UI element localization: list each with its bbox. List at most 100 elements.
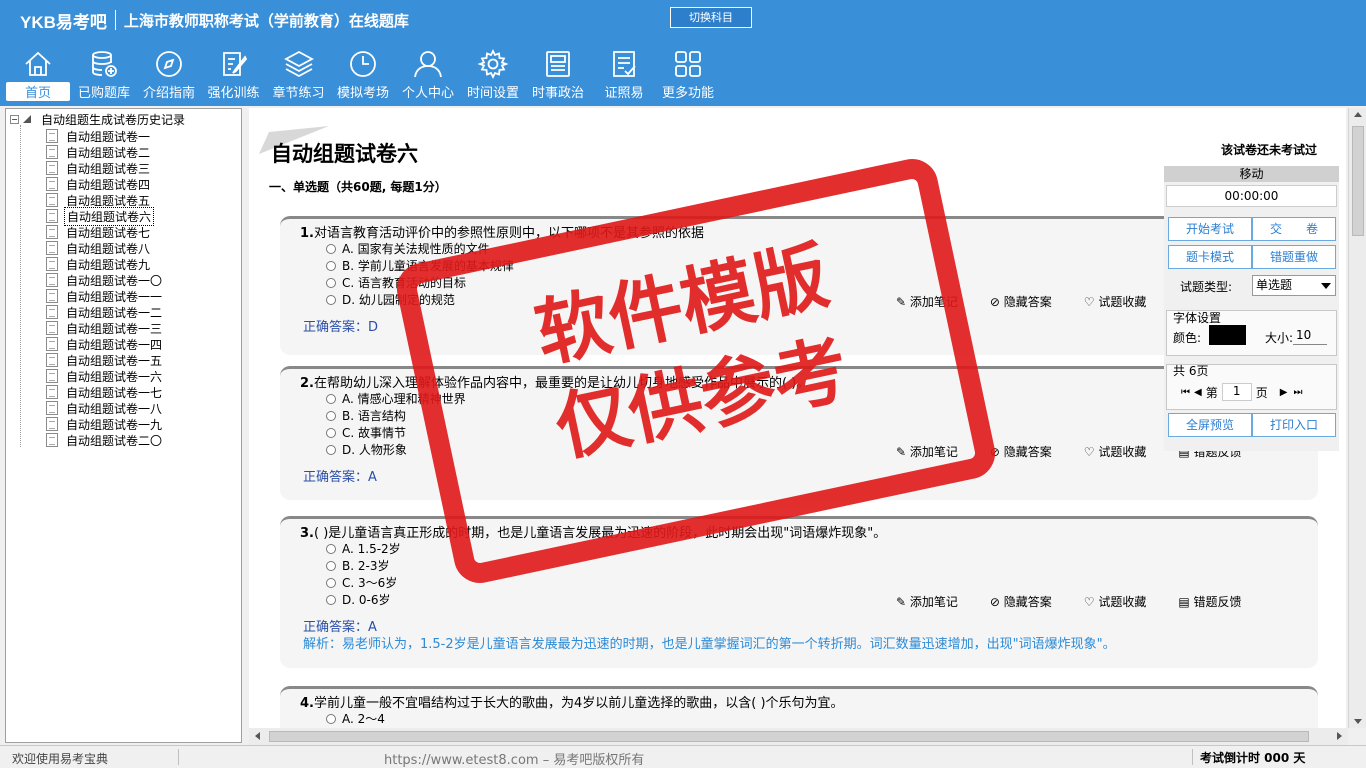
radio-button[interactable] (326, 444, 336, 455)
question-number: 1. (300, 226, 314, 241)
toolbar-more[interactable]: 更多功能 (657, 48, 719, 104)
option-text: B. 语言结构 (342, 409, 406, 423)
tree-item[interactable]: 自动组题试卷一四 (46, 336, 164, 352)
font-size-input[interactable]: 10 (1293, 325, 1327, 345)
favorite-button[interactable]: ♡ 试题收藏 (1084, 293, 1163, 310)
toolbar-guide[interactable]: 介绍指南 (137, 48, 201, 104)
correct-answer: 正确答案：A (303, 466, 377, 485)
toolbar-purchased[interactable]: 已购题库 (72, 48, 136, 104)
favorite-button[interactable]: ♡ 试题收藏 (1084, 443, 1163, 460)
submit-paper-button[interactable]: 交 卷 (1252, 217, 1336, 241)
radio-button[interactable] (326, 560, 336, 571)
add-note-label: 添加笔记 (909, 595, 958, 609)
status-divider (178, 749, 179, 765)
print-button[interactable]: 打印入口 (1252, 413, 1336, 437)
page-input[interactable]: 1 (1221, 383, 1252, 401)
radio-button[interactable] (326, 410, 336, 421)
add-note-button[interactable]: ✎ 添加笔记 (896, 593, 974, 610)
question-option[interactable]: A. 1.5-2岁 (326, 540, 401, 557)
radio-button[interactable] (326, 294, 336, 305)
tree-item[interactable]: 自动组题试卷八 (46, 240, 152, 256)
tree-item[interactable]: 自动组题试卷九 (46, 256, 152, 272)
tree-item-label: 自动组题试卷四 (66, 177, 151, 192)
correct-answer-value: D (368, 320, 379, 335)
report-error-button[interactable]: ▤ 错题反馈 (1178, 593, 1257, 610)
switch-subject-button[interactable]: 切换科目 (670, 7, 752, 28)
tree-item[interactable]: 自动组题试卷二 (46, 144, 152, 160)
radio-button[interactable] (326, 277, 336, 288)
tree-item[interactable]: 自动组题试卷一六 (46, 368, 164, 384)
tree-item[interactable]: 自动组题试卷一 (46, 128, 152, 144)
radio-button[interactable] (326, 577, 336, 588)
next-page-icon[interactable]: ▶ (1280, 387, 1288, 398)
question-option[interactable]: D. 0-6岁 (326, 591, 390, 608)
hide-answer-button[interactable]: ⊘ 隐藏答案 (990, 443, 1068, 460)
hide-answer-label: 隐藏答案 (1003, 595, 1052, 609)
prev-page-icon[interactable]: ◀ (1194, 387, 1202, 398)
radio-button[interactable] (326, 427, 336, 438)
font-color-swatch[interactable] (1209, 325, 1246, 345)
app-title: 上海市教师职称考试（学前教育）在线题库 (123, 11, 409, 30)
radio-button[interactable] (326, 594, 336, 605)
toolbar-home[interactable]: 首页 (6, 48, 70, 104)
tree-item[interactable]: 自动组题试卷一〇 (46, 272, 164, 288)
section-heading: 一、单选题（共60题, 每题1分） (269, 180, 447, 194)
tree-item[interactable]: 自动组题试卷七 (46, 224, 152, 240)
correct-answer-label: 正确答案： (303, 470, 369, 485)
last-page-icon[interactable]: ⏭ (1293, 387, 1302, 398)
toolbar-mock-exam[interactable]: 模拟考场 (331, 48, 395, 104)
question-option[interactable]: B. 2-3岁 (326, 557, 389, 574)
question-option[interactable]: C. 3～6岁 (326, 574, 397, 591)
tree-item[interactable]: 自动组题试卷一一 (46, 288, 164, 304)
tree-item[interactable]: 自动组题试卷六 (46, 206, 155, 226)
tree-item[interactable]: 自动组题试卷一五 (46, 352, 164, 368)
toolbar-current-affairs[interactable]: 时事政治 (525, 48, 591, 104)
document-icon (46, 257, 58, 271)
radio-button[interactable] (326, 713, 336, 724)
question-option[interactable]: A. 2～4 (326, 710, 385, 727)
tree-item[interactable]: 自动组题试卷一八 (46, 400, 164, 416)
tree-item[interactable]: 自动组题试卷一二 (46, 304, 164, 320)
tree-item[interactable]: 自动组题试卷一三 (46, 320, 164, 336)
tree-item[interactable]: 自动组题试卷一九 (46, 416, 164, 432)
toolbar-training[interactable]: 强化训练 (201, 48, 266, 104)
tree-item[interactable]: 自动组题试卷四 (46, 176, 152, 192)
radio-button[interactable] (326, 260, 336, 271)
start-exam-button[interactable]: 开始考试 (1168, 217, 1252, 241)
scroll-right-icon[interactable] (1337, 732, 1342, 740)
option-text: C. 3～6岁 (342, 576, 398, 590)
tree-item[interactable]: 自动组题试卷一七 (46, 384, 164, 400)
card-mode-button[interactable]: 题卡模式 (1168, 245, 1252, 269)
scroll-up-icon[interactable] (1354, 112, 1362, 117)
first-page-icon[interactable]: ⏮ (1181, 387, 1190, 398)
radio-button[interactable] (326, 543, 336, 554)
favorite-button[interactable]: ♡ 试题收藏 (1084, 593, 1163, 610)
tree-item[interactable]: 自动组题试卷二〇 (46, 432, 164, 448)
hide-answer-button[interactable]: ⊘ 隐藏答案 (990, 293, 1068, 310)
panel-move-handle[interactable]: 移动 (1164, 166, 1339, 182)
tree-item[interactable]: 自动组题试卷三 (46, 160, 152, 176)
horizontal-scrollbar[interactable] (249, 728, 1348, 745)
scroll-down-icon[interactable] (1354, 719, 1362, 724)
question-option[interactable]: D. 人物形象 (326, 441, 407, 458)
document-icon (46, 401, 58, 415)
horizontal-scroll-thumb[interactable] (269, 731, 1309, 742)
radio-button[interactable] (326, 393, 336, 404)
collapse-icon[interactable]: − (10, 114, 19, 124)
vertical-scroll-thumb[interactable] (1352, 126, 1364, 236)
scroll-left-icon[interactable] (255, 732, 260, 740)
question-option[interactable]: C. 故事情节 (326, 424, 406, 441)
toolbar-certificate[interactable]: 证照易 (591, 48, 657, 104)
radio-button[interactable] (326, 243, 336, 254)
document-icon (46, 161, 58, 175)
toolbar-chapter[interactable]: 章节练习 (266, 48, 331, 104)
toolbar-time-settings[interactable]: 时间设置 (461, 48, 525, 104)
redo-wrong-button[interactable]: 错题重做 (1252, 245, 1336, 269)
question-option[interactable]: B. 语言结构 (326, 407, 406, 424)
toolbar-profile[interactable]: 个人中心 (395, 48, 461, 104)
question-type-select[interactable]: 单选题 (1252, 275, 1336, 296)
hide-answer-button[interactable]: ⊘ 隐藏答案 (990, 593, 1068, 610)
tree-root[interactable]: − 自动组题生成试卷历史记录 (10, 111, 185, 127)
fullscreen-preview-button[interactable]: 全屏预览 (1168, 413, 1252, 437)
vertical-scrollbar[interactable] (1348, 108, 1366, 728)
